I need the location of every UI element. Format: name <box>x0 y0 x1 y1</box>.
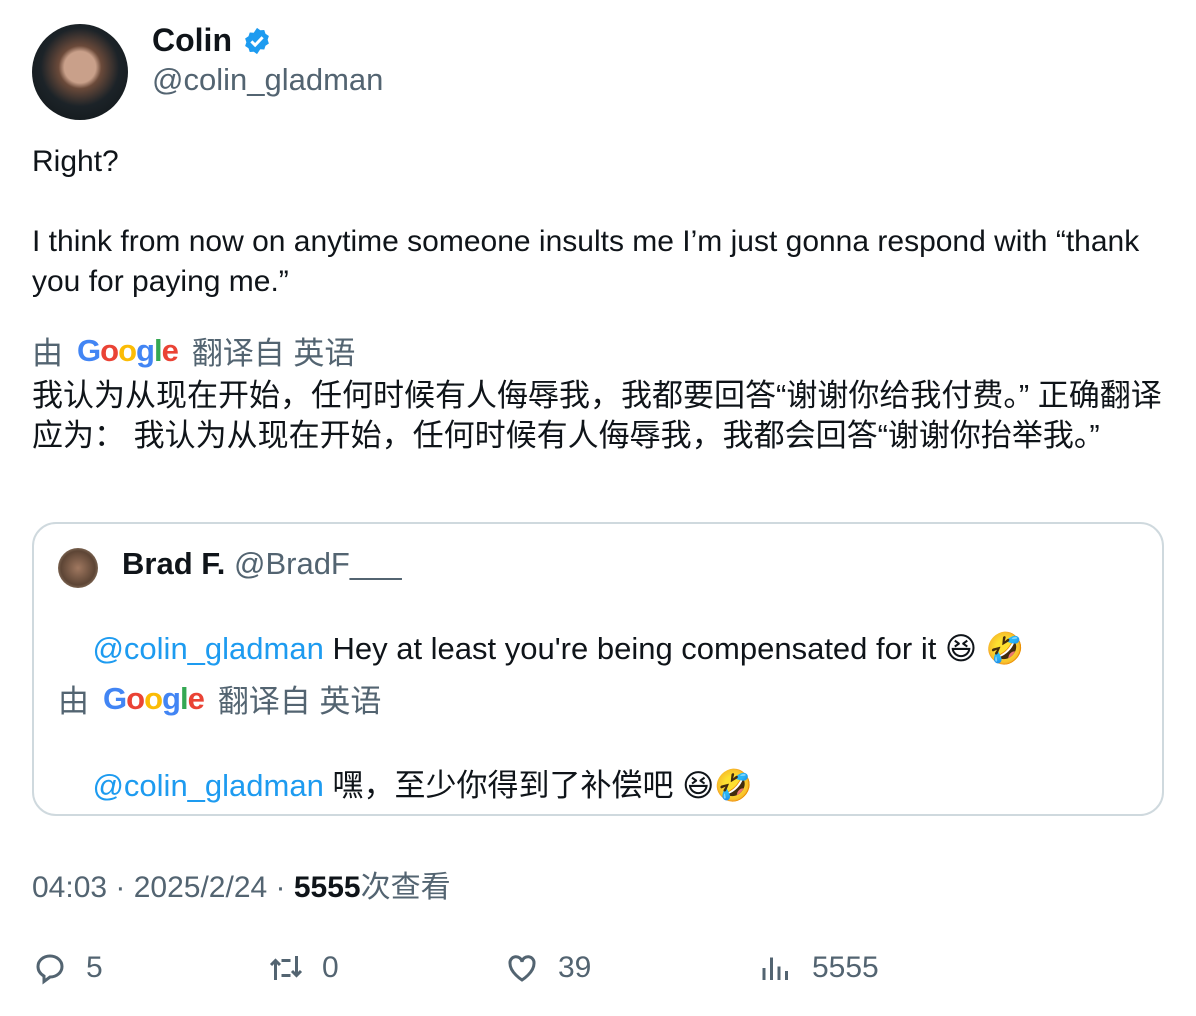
mention-link[interactable]: @colin_gladman <box>92 768 323 803</box>
author-handle[interactable]: @colin_gladman <box>152 62 383 98</box>
mention-link[interactable]: @colin_gladman <box>92 631 323 666</box>
quote-translation-label: 由 Google 翻译自 英语 <box>58 680 382 720</box>
translated-text: 我认为从现在开始，任何时候有人侮辱我，我都要回答“谢谢你给我付费。” 正确翻译应… <box>32 378 1162 453</box>
like-button[interactable]: 39 <box>504 950 591 986</box>
google-logo: Google <box>103 680 205 716</box>
quote-translated-text: 嘿，至少你得到了补偿吧 😆🤣 <box>323 768 753 803</box>
quote-text: Hey at least you're being compensated fo… <box>323 631 1025 666</box>
view-count: 5555 <box>293 871 361 904</box>
analytics-icon <box>762 957 788 980</box>
retweet-button[interactable]: 0 <box>268 950 339 986</box>
translation-label: 由 Google 翻译自 英语 <box>32 332 356 372</box>
reply-button[interactable]: 5 <box>32 950 103 986</box>
author-avatar[interactable] <box>32 24 128 120</box>
tweet-text: Right? I think from now on anytime someo… <box>32 145 1140 298</box>
reply-icon <box>36 954 64 985</box>
quote-author-name: Brad F. <box>122 546 226 581</box>
retweet-icon <box>269 956 303 980</box>
heart-icon <box>508 955 536 982</box>
verified-badge-icon <box>245 27 269 54</box>
views-button[interactable]: 5555 <box>758 950 879 986</box>
timestamp[interactable]: 04:03 · 2025/2/24 · <box>32 871 294 904</box>
tweet-meta: 04:03 · 2025/2/24 · 5555次查看 <box>32 871 451 904</box>
quote-author-handle: @BradF___ <box>233 546 402 581</box>
google-logo: Google <box>77 332 179 368</box>
quote-avatar <box>58 548 98 588</box>
quoted-tweet[interactable]: Brad F. @BradF___ @colin_gladman Hey at … <box>32 522 1164 816</box>
author-name[interactable]: Colin <box>152 22 272 59</box>
